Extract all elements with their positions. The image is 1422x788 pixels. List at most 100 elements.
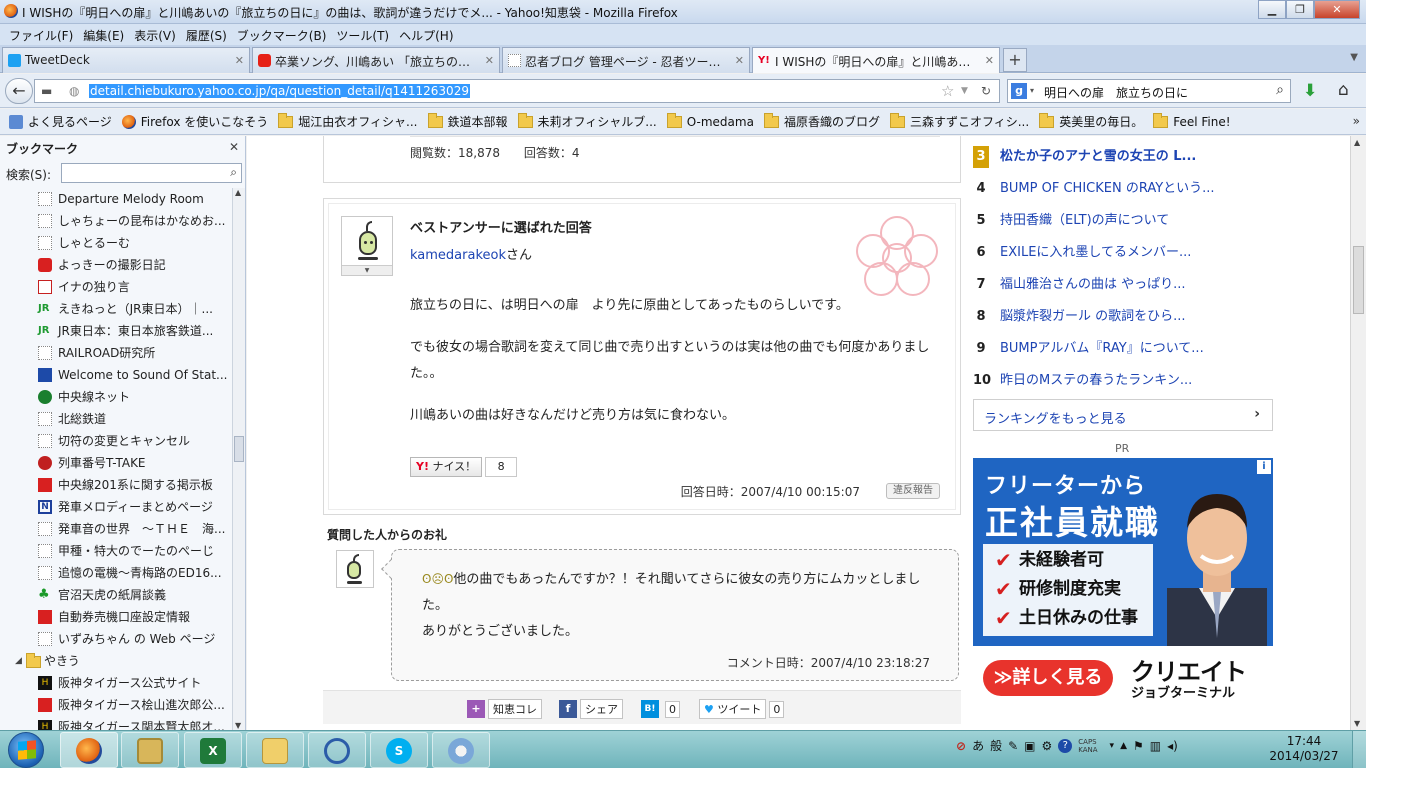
- bookmark-item[interactable]: 列車番号T-TAKE: [0, 452, 232, 474]
- facebook-share-button[interactable]: f シェア: [559, 699, 623, 719]
- chevron-down-icon[interactable]: ▾: [1110, 741, 1115, 751]
- menu-history[interactable]: 履歴(S): [181, 24, 232, 45]
- bookmark-item[interactable]: 自動券売機口座設定情報: [0, 606, 232, 628]
- search-bar[interactable]: g ▾ 明日への扉 旅立ちの日に ⌕: [1007, 79, 1291, 103]
- bookmark-item[interactable]: 中央線201系に関する掲示板: [0, 474, 232, 496]
- bookmark-folder[interactable]: 未莉オフィシャルブ...: [513, 109, 662, 134]
- url-text[interactable]: detail.chiebukuro.yahoo.co.jp/qa/questio…: [89, 84, 470, 98]
- close-window-button[interactable]: ✕: [1314, 0, 1360, 19]
- taskbar-explorer-window[interactable]: [121, 732, 179, 768]
- ranking-item[interactable]: 3 松たか子のアナと雪の女王の L...: [973, 146, 1303, 178]
- answerer-link[interactable]: kamedarakeok: [410, 248, 506, 263]
- url-bar[interactable]: ▬ ◍ detail.chiebukuro.yahoo.co.jp/qa/que…: [34, 79, 1000, 103]
- bookmark-folder[interactable]: 堀江由衣オフィシャ...: [273, 109, 422, 134]
- google-icon[interactable]: g: [1011, 83, 1027, 99]
- taskbar-firefox[interactable]: [60, 732, 118, 768]
- sidebar-scrollbar[interactable]: ▲ ▼: [232, 188, 245, 730]
- tab-close-icon[interactable]: ✕: [985, 54, 994, 67]
- bookmark-item[interactable]: H 阪神タイガース公式サイト: [0, 672, 232, 694]
- new-tab-button[interactable]: +: [1003, 48, 1027, 72]
- naisu-button[interactable]: Y! ナイス！: [410, 457, 483, 477]
- scrollbar-thumb[interactable]: [234, 436, 244, 462]
- bookmark-item[interactable]: よっきーの撮影日記: [0, 254, 232, 276]
- bookmark-folder[interactable]: Feel Fine!: [1148, 109, 1235, 134]
- menu-view[interactable]: 表示(V): [129, 24, 181, 45]
- taskbar-paint[interactable]: [432, 732, 490, 768]
- maximize-button[interactable]: ❐: [1286, 0, 1314, 19]
- bookmark-folder[interactable]: 三森すずこオフィシ...: [885, 109, 1034, 134]
- tab-youtube[interactable]: 卒業ソング、川嶋あい 「旅立ちの… ✕: [252, 47, 500, 73]
- bookmark-folder[interactable]: 英美里の毎日。: [1034, 109, 1148, 134]
- bookmark-item[interactable]: N 発車メロディーまとめページ: [0, 496, 232, 518]
- clock[interactable]: 17:44 2014/03/27: [1264, 734, 1344, 764]
- bookmark-folder[interactable]: 鉄道本部報: [423, 109, 513, 134]
- menu-file[interactable]: ファイル(F): [4, 24, 78, 45]
- job-advertisement[interactable]: i フリーターから 正社員就職 未経験者可 研修制度充実 土日休みの仕事 ≫詳し…: [973, 458, 1273, 708]
- rank-link[interactable]: 福山雅治さんの曲は やっぱり...: [1000, 274, 1186, 296]
- sidebar-search-input[interactable]: ⌕: [61, 163, 242, 183]
- tweet-button[interactable]: ♥ ツイート 0: [699, 699, 785, 719]
- answerer-avatar[interactable]: ▼: [341, 216, 393, 276]
- help-icon[interactable]: ?: [1058, 738, 1073, 753]
- sidebar-close-icon[interactable]: ✕: [229, 140, 239, 154]
- chevron-more-icon[interactable]: »: [1353, 114, 1360, 128]
- show-desktop-button[interactable]: [1352, 731, 1366, 768]
- ranking-item[interactable]: 7 福山雅治さんの曲は やっぱり...: [973, 274, 1303, 306]
- download-icon[interactable]: ⬇: [1303, 81, 1317, 101]
- volume-icon[interactable]: ◂): [1167, 739, 1178, 753]
- bookmark-folder-yakiu[interactable]: ◢ やきう: [0, 650, 232, 672]
- page-scrollbar[interactable]: ▲ ▼: [1350, 136, 1366, 730]
- ime-icon[interactable]: ⊘: [956, 739, 966, 753]
- bookmark-item[interactable]: 発車音の世界 ～ＴＨＥ 海...: [0, 518, 232, 540]
- collapse-triangle-icon[interactable]: ◢: [15, 650, 22, 672]
- bookmark-item[interactable]: Departure Melody Room: [0, 188, 232, 210]
- ranking-item[interactable]: 4 BUMP OF CHICKEN のRAYという...: [973, 178, 1303, 210]
- menu-edit[interactable]: 編集(E): [78, 24, 129, 45]
- tab-tweetdeck[interactable]: TweetDeck ✕: [2, 47, 250, 73]
- bookmark-item[interactable]: JR えきねっと（JR東日本）｜...: [0, 298, 232, 320]
- site-identity-icon[interactable]: ◍: [69, 84, 79, 98]
- bookmark-item[interactable]: 北総鉄道: [0, 408, 232, 430]
- ime-mode-hiragana[interactable]: あ: [972, 737, 984, 754]
- ad-cta-button[interactable]: ≫詳しく見る: [983, 660, 1113, 696]
- bookmark-star-icon[interactable]: ☆: [941, 82, 954, 100]
- tab-list-icon[interactable]: ▼: [1350, 52, 1358, 63]
- url-dropdown-icon[interactable]: ▼: [961, 86, 968, 96]
- page-history-icon[interactable]: ▬: [41, 84, 52, 98]
- start-button[interactable]: [8, 732, 44, 768]
- chiekore-button[interactable]: + 知恵コレ: [467, 699, 542, 719]
- network-icon[interactable]: ▥: [1150, 739, 1161, 753]
- search-text[interactable]: 明日への扉 旅立ちの日に: [1044, 84, 1188, 101]
- bookmark-item[interactable]: いずみちゃん の Web ページ: [0, 628, 232, 650]
- bookmark-item[interactable]: しゃとるーむ: [0, 232, 232, 254]
- menu-help[interactable]: ヘルプ(H): [394, 24, 458, 45]
- search-engine-dropdown-icon[interactable]: ▾: [1030, 86, 1034, 95]
- rank-link[interactable]: 昨日のMステの春うたランキン...: [1000, 370, 1192, 392]
- flag-icon[interactable]: ⚑: [1133, 739, 1144, 753]
- ranking-item[interactable]: 6 EXILEに入れ墨してるメンバー...: [973, 242, 1303, 274]
- ranking-item[interactable]: 9 BUMPアルバム『RAY』について...: [973, 338, 1303, 370]
- scroll-up-icon[interactable]: ▲: [235, 188, 241, 197]
- tray-expand-icon[interactable]: ▲: [1120, 741, 1127, 751]
- rank-link[interactable]: BUMP OF CHICKEN のRAYという...: [1000, 178, 1215, 200]
- bookmark-item[interactable]: H 阪神タイガース関本賢太郎オ...: [0, 716, 232, 730]
- report-button[interactable]: 違反報告: [886, 483, 940, 499]
- back-button[interactable]: ←: [5, 78, 33, 104]
- bookmark-most-visited[interactable]: よく見るページ: [4, 109, 117, 134]
- ime-dictionary-icon[interactable]: ▣: [1024, 739, 1035, 753]
- tab-ninja-blog[interactable]: 忍者ブログ 管理ページ - 忍者ツー… ✕: [502, 47, 750, 73]
- bookmark-item[interactable]: 追憶の電機～青梅路のED16...: [0, 562, 232, 584]
- bookmark-item[interactable]: 切符の変更とキャンセル: [0, 430, 232, 452]
- ranking-item[interactable]: 8 脳漿炸裂ガール の歌詞をひら...: [973, 306, 1303, 338]
- rank-link[interactable]: 持田香織（ELT)の声について: [1000, 210, 1169, 232]
- bookmark-item[interactable]: Welcome to Sound Of Stat...: [0, 364, 232, 386]
- bookmark-item[interactable]: RAILROAD研究所: [0, 342, 232, 364]
- scrollbar-thumb[interactable]: [1353, 246, 1364, 314]
- rank-link[interactable]: BUMPアルバム『RAY』について...: [1000, 338, 1204, 360]
- taskbar-app[interactable]: [308, 732, 366, 768]
- search-icon[interactable]: ⌕: [230, 165, 237, 180]
- ranking-item[interactable]: 10 昨日のMステの春うたランキン...: [973, 370, 1303, 402]
- home-icon[interactable]: ⌂: [1338, 80, 1349, 100]
- bookmark-item[interactable]: 甲種・特大のでーたのぺーじ: [0, 540, 232, 562]
- ranking-more-button[interactable]: ランキングをもっと見る ›: [973, 399, 1273, 431]
